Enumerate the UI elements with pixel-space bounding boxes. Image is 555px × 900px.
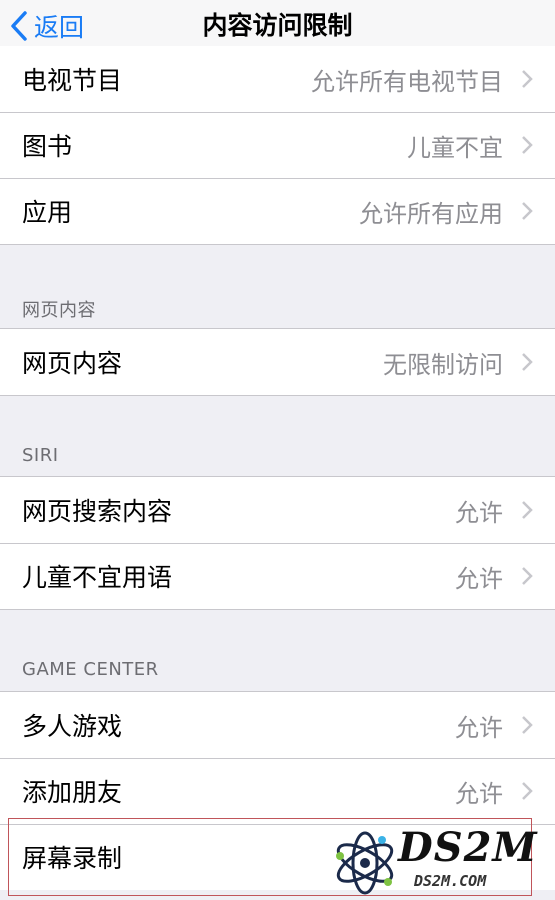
media-ratings-group: 电视节目 允许所有电视节目 图书 儿童不宜 应用 允许所有应用	[0, 46, 555, 245]
row-multiplayer-games[interactable]: 多人游戏 允许	[0, 692, 555, 758]
watermark-logo-text: DS2M	[398, 824, 538, 871]
watermark-logo: DS2M DS2M.COM	[330, 824, 550, 898]
row-books[interactable]: 图书 儿童不宜	[0, 112, 555, 178]
chevron-right-icon	[522, 70, 533, 88]
siri-group: 网页搜索内容 允许 儿童不宜用语 允许	[0, 476, 555, 610]
chevron-right-icon	[522, 501, 533, 519]
row-web-content[interactable]: 网页内容 无限制访问	[0, 329, 555, 395]
chevron-right-icon	[522, 202, 533, 220]
row-value: 允许所有应用	[359, 199, 503, 228]
row-label: 添加朋友	[22, 778, 123, 807]
chevron-right-icon	[522, 353, 533, 371]
chevron-right-icon	[522, 136, 533, 154]
row-label: 屏幕录制	[22, 844, 123, 873]
row-label: 网页搜索内容	[22, 497, 173, 526]
chevron-right-icon	[522, 782, 533, 800]
row-value: 允许	[455, 779, 503, 808]
row-value: 无限制访问	[383, 350, 503, 379]
web-content-group: 网页内容 无限制访问	[0, 328, 555, 396]
section-header-web: 网页内容	[22, 300, 96, 321]
row-value: 允许	[455, 498, 503, 527]
section-header-game-center: GAME CENTER	[22, 659, 159, 680]
row-apps[interactable]: 应用 允许所有应用	[0, 178, 555, 244]
row-label: 网页内容	[22, 349, 123, 378]
row-value: 允许	[455, 564, 503, 593]
row-value: 允许	[455, 713, 503, 742]
row-label: 图书	[22, 132, 73, 161]
row-label: 应用	[22, 198, 73, 227]
chevron-right-icon	[522, 716, 533, 734]
row-add-friends[interactable]: 添加朋友 允许	[0, 758, 555, 824]
page-title: 内容访问限制	[202, 11, 353, 40]
row-web-search-content[interactable]: 网页搜索内容 允许	[0, 477, 555, 543]
row-label: 电视节目	[22, 66, 123, 95]
row-value: 儿童不宜	[407, 133, 503, 162]
atom-logo-icon	[336, 831, 394, 895]
row-explicit-language[interactable]: 儿童不宜用语 允许	[0, 543, 555, 609]
row-value: 允许所有电视节目	[311, 67, 503, 96]
section-header-siri: SIRI	[22, 445, 59, 466]
chevron-right-icon	[522, 567, 533, 585]
row-tv-shows[interactable]: 电视节目 允许所有电视节目	[0, 46, 555, 112]
row-label: 多人游戏	[22, 712, 123, 741]
row-label: 儿童不宜用语	[22, 563, 173, 592]
watermark-sub-text: DS2M.COM	[414, 872, 487, 890]
